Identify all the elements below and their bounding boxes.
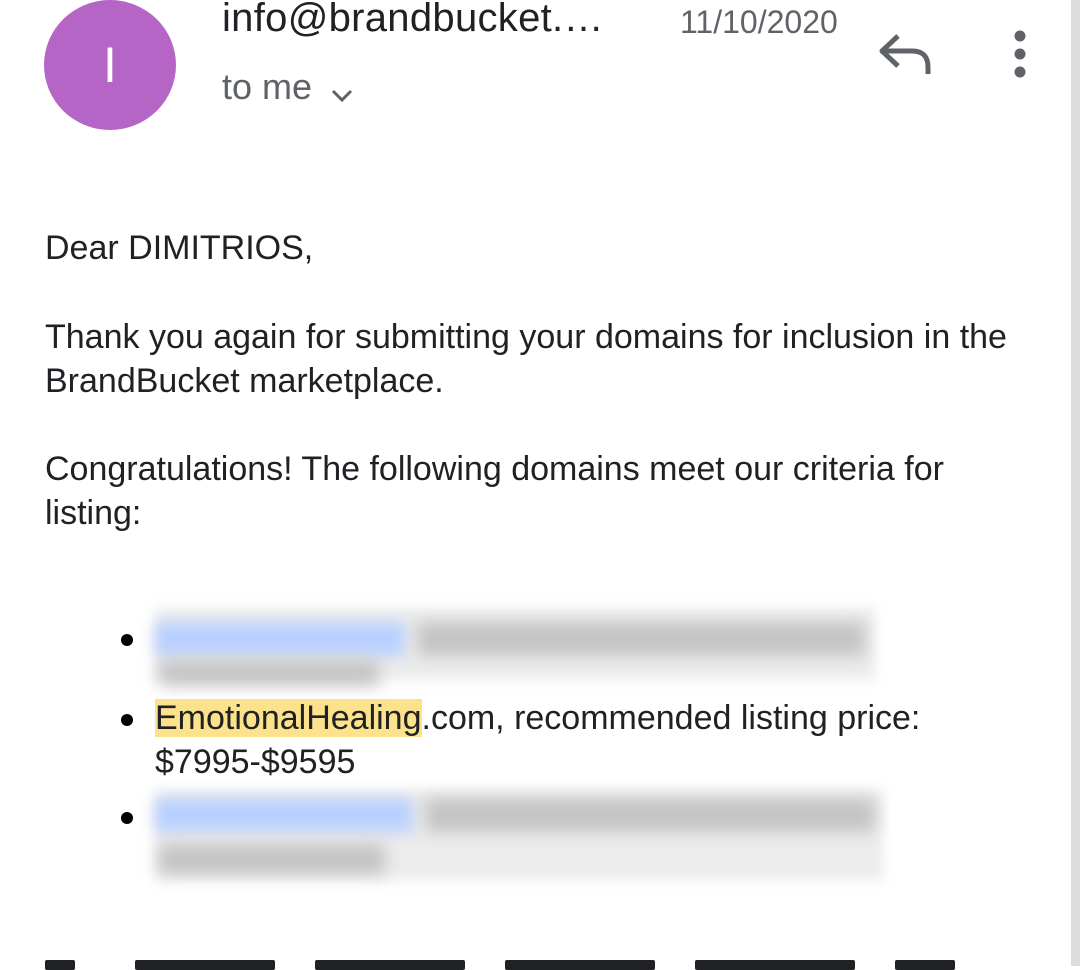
vertical-dots-icon (1014, 30, 1026, 78)
price-range: $7995-$9595 (155, 743, 356, 781)
redacted-text (417, 622, 865, 656)
recipient-label: to me (222, 66, 313, 107)
more-options-button[interactable] (1000, 28, 1040, 80)
reply-button[interactable] (878, 30, 932, 78)
email-header: I info@brandbucket.… 11/10/2020 to me (0, 0, 1070, 140)
email-date: 11/10/2020 (680, 4, 838, 40)
bullet (121, 714, 133, 726)
scrollbar[interactable] (1071, 0, 1080, 966)
sender-address[interactable]: info@brandbucket.… (222, 0, 604, 41)
bullet (121, 812, 133, 824)
list-item (121, 790, 1035, 880)
redacted-link[interactable] (155, 622, 405, 656)
thanks-paragraph: Thank you again for submitting your doma… (45, 318, 1007, 400)
congrats-paragraph: Congratulations! The following domains m… (45, 450, 944, 532)
redacted-text (425, 798, 875, 832)
redacted-text (159, 844, 385, 874)
list-item (121, 608, 1035, 688)
redacted-text (159, 660, 379, 686)
reply-arrow-icon (879, 34, 931, 74)
avatar-letter: I (103, 37, 117, 93)
chevron-down-icon (330, 75, 354, 103)
list-item: EmotionalHealing.com, recommended listin… (121, 696, 1035, 792)
redacted-link[interactable] (155, 798, 413, 832)
cut-off-text-line (45, 950, 1005, 970)
bullet (121, 634, 133, 646)
sender-avatar[interactable]: I (44, 0, 176, 130)
greeting: Dear DIMITRIOS, (45, 229, 314, 267)
recipient-toggle[interactable]: to me (222, 66, 354, 108)
domain-link[interactable]: EmotionalHealing (155, 699, 422, 737)
domain-suffix: .com, recommended listing price: (421, 699, 921, 737)
